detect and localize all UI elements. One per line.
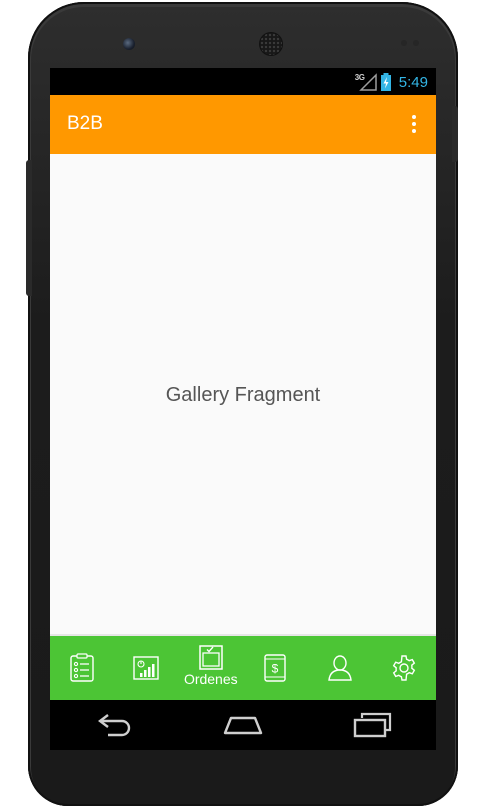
gear-icon: [392, 655, 416, 681]
tab-stats[interactable]: [120, 636, 172, 700]
home-icon: [223, 716, 263, 735]
signal-icon: [358, 73, 377, 91]
status-bar: 3G 5:49: [50, 68, 436, 95]
app-bar: B2B: [50, 95, 436, 154]
bar-chart-icon: [133, 656, 160, 680]
proximity-sensor: [401, 40, 407, 46]
tab-settings[interactable]: [378, 636, 430, 700]
tab-profile[interactable]: [314, 636, 366, 700]
svg-text:$: $: [272, 662, 279, 676]
fragment-content: Gallery Fragment: [50, 154, 436, 636]
tab-ordenes[interactable]: Ordenes: [183, 636, 238, 700]
front-camera: [123, 38, 135, 50]
more-vert-icon[interactable]: [404, 113, 424, 135]
home-button[interactable]: [213, 705, 273, 745]
fragment-label: Gallery Fragment: [165, 384, 321, 406]
back-button[interactable]: [84, 705, 144, 745]
recents-icon: [353, 712, 391, 738]
system-navigation-bar: [50, 700, 436, 750]
tab-label: Ordenes: [183, 671, 238, 687]
clipboard-check-icon: [199, 645, 223, 670]
volume-button: [26, 160, 32, 296]
back-icon: [98, 714, 131, 737]
tab-checklist[interactable]: [56, 636, 108, 700]
person-icon: [327, 655, 352, 681]
bottom-navigation: Ordenes $: [50, 636, 436, 700]
clock: 5:49: [398, 73, 428, 91]
signal-indicator: 3G: [355, 73, 377, 91]
earpiece-speaker: [260, 33, 282, 55]
light-sensor: [413, 40, 419, 46]
app-title: B2B: [67, 113, 103, 134]
power-button: [452, 106, 458, 162]
battery-charging-icon: [380, 73, 391, 91]
checklist-icon: [70, 653, 94, 682]
tab-payments[interactable]: $: [249, 636, 301, 700]
dollar-tablet-icon: $: [264, 654, 286, 682]
screen: 3G 5:49 B2B Gallery Fragment Ordenes $: [50, 68, 436, 750]
recents-button[interactable]: [342, 705, 402, 745]
